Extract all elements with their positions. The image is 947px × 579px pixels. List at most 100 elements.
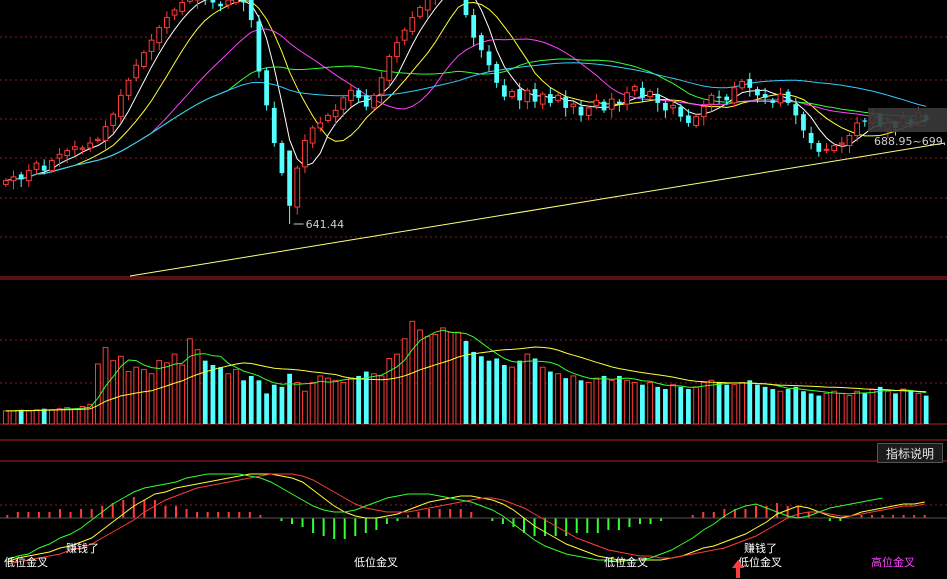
candle-down	[755, 89, 760, 96]
volume-bar-up	[838, 392, 845, 425]
candle-down	[785, 91, 791, 103]
candle-down	[210, 0, 216, 3]
candle-up	[624, 92, 630, 105]
volume-bar-up	[708, 379, 715, 425]
volume-bar-up	[570, 375, 577, 425]
candle-down	[18, 174, 24, 180]
volume-bar-up	[94, 363, 101, 425]
candle-up	[524, 89, 531, 103]
candle-up	[64, 150, 71, 157]
volume-bar-up	[739, 381, 745, 425]
candle-down	[808, 132, 814, 144]
volume-bar-up	[179, 364, 186, 425]
candle-up	[102, 126, 109, 142]
volume-bar-down	[547, 371, 553, 424]
candle-up	[731, 87, 738, 104]
volume-bar-down	[532, 358, 538, 424]
volume-bar-up	[156, 360, 163, 425]
candle-down	[494, 63, 500, 83]
candle-up	[25, 170, 32, 182]
volume-bar-down	[762, 386, 768, 424]
candle-up	[71, 146, 78, 150]
candle-up	[340, 97, 347, 110]
volume-bar-down	[923, 395, 929, 424]
volume-bar-up	[731, 384, 738, 425]
volume-bar-up	[2, 410, 9, 425]
volume-bar-down	[724, 384, 730, 424]
volume-bar-down	[279, 386, 285, 424]
volume-bar-down	[578, 380, 584, 424]
candle-down	[862, 120, 868, 122]
candle-down	[356, 90, 362, 98]
candle-down	[532, 89, 538, 102]
candle-up	[33, 162, 40, 170]
volume-bar-down	[18, 409, 24, 424]
volume-bar-up	[447, 331, 454, 425]
volume-bar-up	[593, 377, 600, 425]
volume-bar-up	[585, 381, 592, 425]
candle-down	[363, 95, 369, 107]
volume-bar-up	[187, 338, 193, 425]
candle-down	[617, 101, 622, 105]
signal-label: 低位金叉	[604, 555, 648, 569]
candle-up	[317, 122, 324, 129]
price-range-label: 688.95~699.6	[874, 135, 947, 148]
volume-bar-up	[233, 368, 239, 425]
volume-bar-up	[869, 388, 876, 425]
volume-bar-down	[264, 393, 269, 424]
volume-bar-up	[378, 375, 385, 425]
volume-bar-up	[440, 327, 446, 425]
indicator-explain-button[interactable]: 指标说明	[877, 443, 943, 463]
candle-up	[424, 0, 431, 11]
candle-up	[156, 27, 163, 44]
volume-bar-up	[33, 409, 40, 425]
candle-up	[148, 39, 155, 52]
candle-up	[838, 142, 845, 145]
volume-bar-up	[823, 392, 830, 425]
candle-up	[631, 86, 638, 91]
volume-bar-up	[325, 377, 331, 425]
candle-up	[10, 176, 17, 182]
candle-down	[563, 96, 569, 108]
price-range-box	[868, 108, 947, 132]
signal-label: 低位金叉	[4, 555, 48, 569]
candle-up	[179, 2, 186, 12]
candle-up	[371, 94, 377, 109]
candle-up	[394, 42, 400, 57]
volume-bar-up	[141, 368, 147, 425]
candle-down	[724, 96, 730, 101]
volume-bar-up	[846, 395, 853, 425]
candle-down	[478, 35, 484, 51]
candle-up	[555, 94, 561, 101]
candle-down	[517, 89, 523, 101]
candle-up	[164, 17, 170, 29]
candle-down	[41, 165, 47, 171]
signal-label: 高位金叉	[871, 555, 915, 569]
candle-up	[171, 9, 178, 16]
candle-up	[854, 122, 861, 136]
volume-bar-up	[148, 373, 155, 425]
volume-bar-up	[133, 366, 140, 425]
candle-down	[486, 51, 492, 66]
candle-down	[716, 96, 722, 98]
volume-bar-up	[455, 331, 462, 425]
volume-bar-down	[655, 386, 661, 424]
volume-bar-up	[371, 373, 377, 425]
volume-bar-up	[164, 362, 170, 425]
volume-bar-up	[670, 384, 676, 425]
volume-bar-up	[394, 353, 400, 425]
volume-bar-up	[302, 390, 308, 425]
volume-bar-up	[225, 373, 232, 425]
low-price-label: 641.44	[306, 218, 345, 231]
candle-up	[593, 99, 600, 106]
volume-bar-down	[271, 384, 277, 424]
volume-bar-up	[48, 409, 55, 425]
candle-down	[678, 106, 684, 117]
volume-bar-down	[471, 351, 477, 424]
candle-up	[94, 138, 101, 142]
candle-up	[823, 148, 830, 151]
signal-label: 低位金叉	[354, 555, 398, 569]
candle-up	[386, 55, 393, 81]
volume-bar-up	[401, 338, 408, 425]
candle-down	[463, 0, 469, 16]
